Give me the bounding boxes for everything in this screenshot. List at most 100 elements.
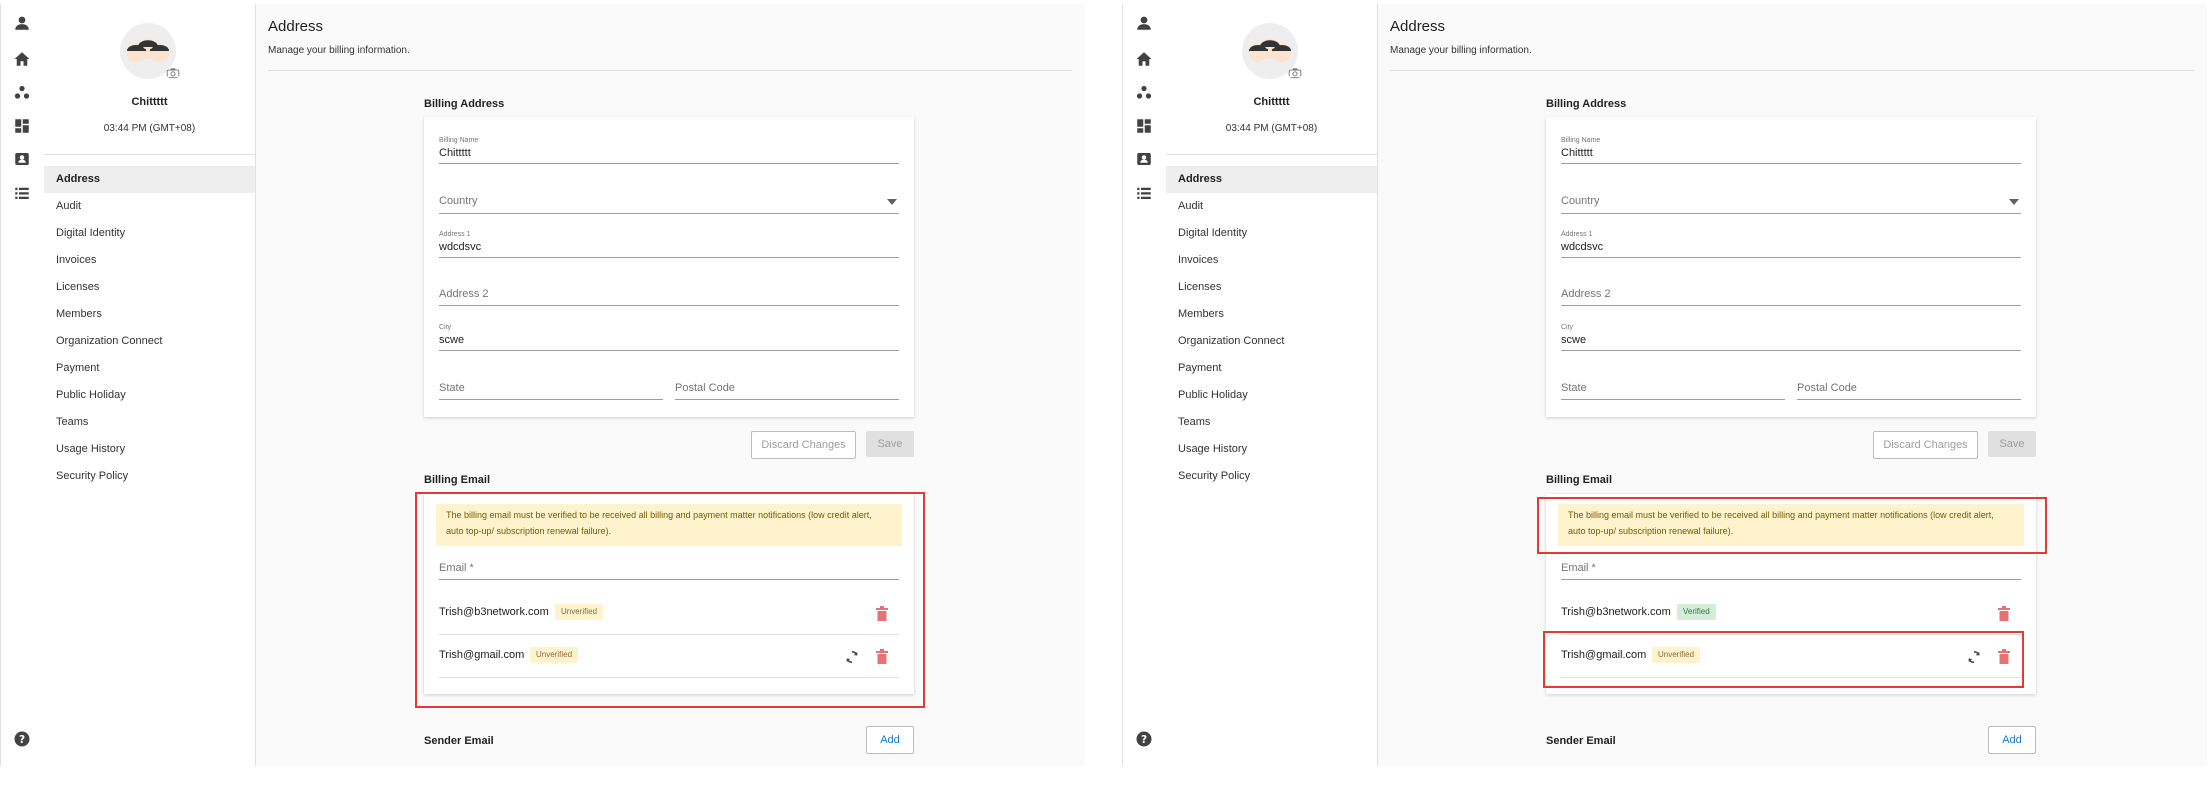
- country-select[interactable]: Country: [439, 191, 899, 214]
- page-title: Address: [1390, 18, 1446, 35]
- sender-email-heading: Sender Email: [424, 735, 494, 747]
- address2-field[interactable]: Address 2: [1561, 285, 2021, 306]
- group-icon[interactable]: [1135, 84, 1153, 102]
- billing-name-field[interactable]: Billing Name Chittttt: [439, 137, 899, 164]
- profile-icon[interactable]: [13, 14, 31, 32]
- discard-changes-button[interactable]: Discard Changes: [751, 431, 856, 459]
- email-address: Trish@b3network.com: [1561, 606, 1671, 618]
- nav-item-address[interactable]: Address: [44, 166, 255, 193]
- address2-placeholder: Address 2: [1561, 288, 1611, 300]
- icon-rail: ?: [1, 4, 45, 766]
- nav-item-invoices[interactable]: Invoices: [44, 247, 255, 274]
- list-icon[interactable]: [13, 184, 31, 202]
- screenshot-panel: ? Chittttt 03:44 PM (GMT+08) Address Aud…: [1122, 4, 2207, 766]
- camera-icon[interactable]: [166, 67, 180, 79]
- country-select[interactable]: Country: [1561, 191, 2021, 214]
- discard-changes-button[interactable]: Discard Changes: [1873, 431, 1978, 459]
- nav-item-licenses[interactable]: Licenses: [44, 274, 255, 301]
- postal-code-field[interactable]: Postal Code: [1797, 379, 2021, 400]
- nav-item-public-holiday[interactable]: Public Holiday: [1166, 382, 1377, 409]
- list-icon[interactable]: [1135, 184, 1153, 202]
- chevron-down-icon[interactable]: [2009, 199, 2019, 205]
- billing-address-heading: Billing Address: [424, 98, 505, 110]
- nav-item-public-holiday[interactable]: Public Holiday: [44, 382, 255, 409]
- nav-item-organization-connect[interactable]: Organization Connect: [44, 328, 255, 355]
- postal-code-field[interactable]: Postal Code: [675, 379, 899, 400]
- nav-item-usage-history[interactable]: Usage History: [1166, 436, 1377, 463]
- billing-name-value: Chittttt: [1561, 147, 1593, 159]
- nav-item-audit[interactable]: Audit: [44, 193, 255, 220]
- billing-address-card: Billing Name Chittttt Country Address 1 …: [424, 117, 914, 417]
- group-icon[interactable]: [13, 84, 31, 102]
- address1-value: wdcdsvc: [1561, 241, 1604, 253]
- nav-item-digital-identity[interactable]: Digital Identity: [1166, 220, 1377, 247]
- country-placeholder: Country: [439, 195, 478, 207]
- save-button[interactable]: Save: [1988, 431, 2036, 457]
- nav-item-members[interactable]: Members: [44, 301, 255, 328]
- status-badge: Verified: [1677, 604, 1716, 620]
- camera-icon[interactable]: [1288, 67, 1302, 79]
- sender-email-heading: Sender Email: [1546, 735, 1616, 747]
- billing-name-value: Chittttt: [439, 147, 471, 159]
- main-content: Address Manage your billing information.…: [256, 4, 1085, 766]
- nav-item-licenses[interactable]: Licenses: [1166, 274, 1377, 301]
- highlight-box: [415, 492, 925, 708]
- nav-item-payment[interactable]: Payment: [1166, 355, 1377, 382]
- nav-item-security-policy[interactable]: Security Policy: [44, 463, 255, 484]
- address1-value: wdcdsvc: [439, 241, 482, 253]
- dashboard-icon[interactable]: [1135, 117, 1153, 135]
- page-title: Address: [268, 18, 324, 35]
- nav-item-teams[interactable]: Teams: [1166, 409, 1377, 436]
- settings-nav: Address Audit Digital Identity Invoices …: [44, 166, 255, 484]
- nav-item-digital-identity[interactable]: Digital Identity: [44, 220, 255, 247]
- city-label: City: [439, 324, 452, 331]
- profile-icon[interactable]: [1135, 14, 1153, 32]
- nav-item-organization-connect[interactable]: Organization Connect: [1166, 328, 1377, 355]
- home-icon[interactable]: [13, 50, 31, 68]
- nav-item-payment[interactable]: Payment: [44, 355, 255, 382]
- email-input[interactable]: Email *: [1561, 559, 2021, 580]
- state-field[interactable]: State: [1561, 379, 1785, 400]
- trash-icon[interactable]: [1997, 606, 2011, 622]
- contacts-icon[interactable]: [1135, 150, 1153, 168]
- state-placeholder: State: [1561, 382, 1587, 394]
- email-row: Trish@b3network.com Verified: [1561, 594, 2021, 635]
- nav-item-members[interactable]: Members: [1166, 301, 1377, 328]
- country-placeholder: Country: [1561, 195, 1600, 207]
- add-sender-email-button[interactable]: Add: [866, 726, 914, 754]
- billing-name-field[interactable]: Billing Name Chittttt: [1561, 137, 2021, 164]
- contacts-icon[interactable]: [13, 150, 31, 168]
- account-sidebar: Chittttt 03:44 PM (GMT+08) Address Audit…: [1166, 4, 1378, 766]
- nav-item-usage-history[interactable]: Usage History: [44, 436, 255, 463]
- save-button[interactable]: Save: [866, 431, 914, 457]
- state-placeholder: State: [439, 382, 465, 394]
- billing-email-heading: Billing Email: [1546, 474, 1613, 486]
- settings-nav: Address Audit Digital Identity Invoices …: [1166, 166, 1377, 484]
- nav-item-teams[interactable]: Teams: [44, 409, 255, 436]
- address2-field[interactable]: Address 2: [439, 285, 899, 306]
- dashboard-icon[interactable]: [13, 117, 31, 135]
- sidebar-divider: [1166, 154, 1377, 155]
- help-icon[interactable]: ?: [1135, 730, 1153, 748]
- state-field[interactable]: State: [439, 379, 663, 400]
- help-icon[interactable]: ?: [13, 730, 31, 748]
- nav-item-address[interactable]: Address: [1166, 166, 1377, 193]
- billing-name-label: Billing Name: [1561, 137, 1601, 144]
- add-sender-email-button[interactable]: Add: [1988, 726, 2036, 754]
- nav-item-security-policy[interactable]: Security Policy: [1166, 463, 1377, 484]
- chevron-down-icon[interactable]: [887, 199, 897, 205]
- address1-field[interactable]: Address 1 wdcdsvc: [439, 231, 899, 258]
- city-field[interactable]: City scwe: [439, 324, 899, 351]
- address1-field[interactable]: Address 1 wdcdsvc: [1561, 231, 2021, 258]
- city-field[interactable]: City scwe: [1561, 324, 2021, 351]
- city-value: scwe: [439, 334, 465, 346]
- home-icon[interactable]: [1135, 50, 1153, 68]
- nav-item-audit[interactable]: Audit: [1166, 193, 1377, 220]
- user-local-time: 03:44 PM (GMT+08): [103, 123, 196, 134]
- svg-text:?: ?: [1141, 734, 1147, 746]
- city-value: scwe: [1561, 334, 1587, 346]
- svg-text:?: ?: [19, 734, 25, 746]
- email-placeholder: Email *: [1561, 562, 1596, 574]
- nav-item-invoices[interactable]: Invoices: [1166, 247, 1377, 274]
- postal-code-placeholder: Postal Code: [1797, 382, 1857, 394]
